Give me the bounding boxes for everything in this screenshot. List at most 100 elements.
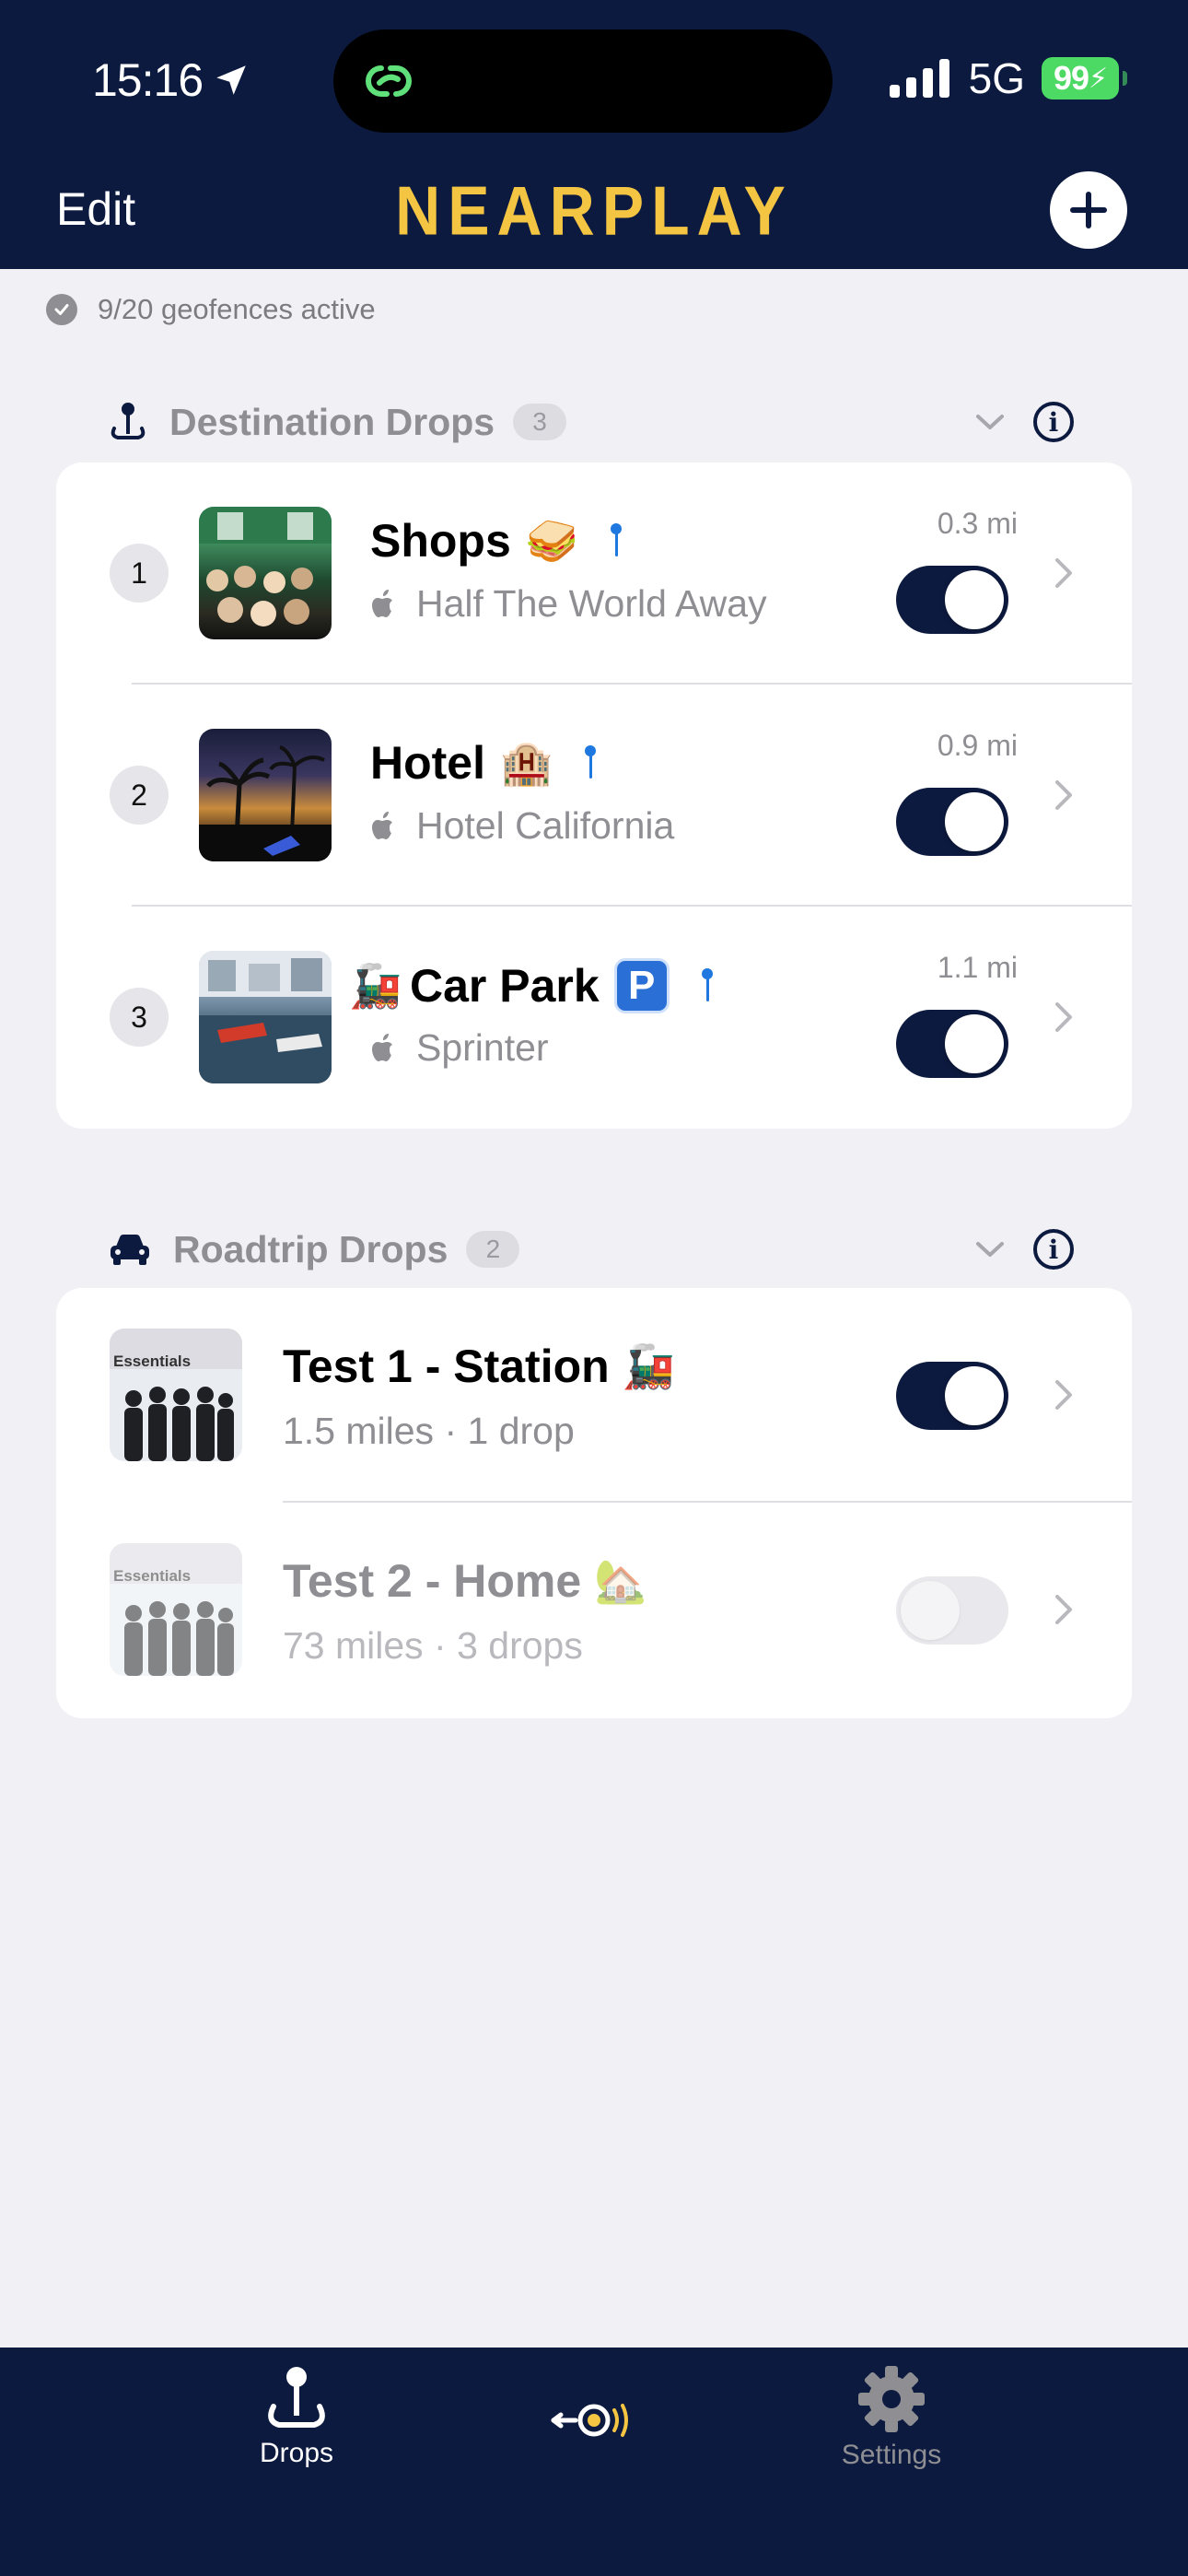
playlist-art-label: Essentials [113, 1352, 192, 1370]
toggle-knob [945, 570, 1004, 629]
row-subtitle: Hotel California [370, 804, 674, 848]
distance-label: 1.1 mi [937, 951, 1018, 984]
drop-toggle[interactable] [896, 1576, 1008, 1645]
toggle-knob [945, 1014, 1004, 1073]
status-time: 15:16 [92, 53, 250, 107]
album-art-marina [199, 951, 332, 1083]
row-title-text: Hotel [370, 737, 485, 789]
row-subtitle: 1.5 miles · 1 drop [283, 1410, 575, 1452]
playlist-art-label: Essentials [113, 1567, 192, 1585]
geofence-status: 9/20 geofences active [46, 293, 376, 326]
joystick-pin-icon [268, 2367, 325, 2428]
row-title-text: Test 2 - Home [283, 1555, 582, 1607]
battery-level: 99 [1053, 59, 1089, 97]
roadtrip-row-test-1[interactable]: Essentials Test 1 - Station 🚂 1.5 miles … [56, 1288, 1132, 1503]
drop-toggle[interactable] [896, 788, 1008, 856]
album-art-palms [199, 745, 332, 861]
chevron-right-icon[interactable] [1053, 555, 1075, 591]
tab-settings[interactable]: Settings [818, 2364, 965, 2471]
house-emoji: 🏡 [594, 1555, 647, 1606]
map-pin-icon [610, 523, 623, 558]
album-art-hotel-california [199, 729, 332, 861]
roadtrip-row-test-2[interactable]: Essentials Test 2 - Home 🏡 73 miles · 3 … [56, 1503, 1132, 1718]
plus-icon [1070, 192, 1107, 228]
chevron-right-icon[interactable] [1053, 1376, 1075, 1413]
tab-settings-label: Settings [841, 2440, 942, 2470]
app-logo: NEARPLAY [395, 172, 793, 250]
toggle-knob [901, 1581, 960, 1640]
album-art-sprinter [199, 951, 332, 1083]
song-title: Half The World Away [416, 582, 767, 625]
distance-label: 0.3 mi [937, 507, 1018, 540]
location-arrow-icon [216, 65, 246, 95]
row-title: 🚂 Car Park P [349, 958, 714, 1013]
joystick-pin-icon [111, 403, 146, 439]
drop-toggle[interactable] [896, 1010, 1008, 1078]
status-indicators: 5G 99 ⚡ [889, 53, 1127, 103]
map-pin-icon [701, 968, 714, 1003]
train-emoji: 🚂 [622, 1341, 675, 1391]
band-photo [110, 1369, 242, 1461]
broadcast-signal-icon [551, 2404, 628, 2437]
apple-icon [372, 589, 392, 617]
train-emoji: 🚂 [349, 960, 402, 1011]
chevron-down-icon[interactable] [974, 404, 1006, 440]
add-drop-button[interactable] [1050, 171, 1127, 249]
destination-row-hotel[interactable]: 2 Hotel 🏨 Hotel California 0.9 mi [56, 685, 1132, 907]
row-title: Shops 🥪 [370, 514, 623, 568]
roadtrip-section-header[interactable]: Roadtrip Drops 2 i [109, 1222, 1140, 1277]
song-title: Hotel California [416, 804, 675, 847]
gear-icon [858, 2366, 925, 2432]
tab-drops-label: Drops [259, 2438, 334, 2468]
album-art-crowd [199, 507, 332, 626]
status-time-text: 15:16 [92, 54, 204, 106]
battery-icon: 99 ⚡ [1042, 57, 1127, 100]
row-subtitle: 73 miles · 3 drops [283, 1624, 583, 1667]
tab-bar: Drops Settings [0, 2348, 1188, 2576]
dynamic-island [333, 29, 833, 133]
tab-nearby[interactable] [543, 2397, 645, 2443]
geofence-status-text: 9/20 geofences active [98, 293, 376, 325]
row-subtitle: Half The World Away [370, 582, 767, 626]
parking-badge: P [613, 958, 670, 1013]
roadtrip-drops-card: Essentials Test 1 - Station 🚂 1.5 miles … [56, 1288, 1132, 1718]
row-index-badge: 2 [110, 766, 169, 825]
map-pin-icon [584, 745, 597, 780]
chevron-right-icon[interactable] [1053, 777, 1075, 814]
hotel-emoji: 🏨 [500, 737, 553, 788]
apple-icon [372, 1033, 392, 1061]
row-index-badge: 1 [110, 544, 169, 603]
destination-drops-card: 1 Shops 🥪 Half The World Away 0.3 mi 2 H… [56, 463, 1132, 1129]
drop-toggle[interactable] [896, 1362, 1008, 1430]
destination-section-header[interactable]: Destination Drops 3 i [109, 394, 1140, 450]
chevron-right-icon[interactable] [1053, 999, 1075, 1036]
sandwich-emoji: 🥪 [525, 515, 579, 566]
tab-drops[interactable]: Drops [241, 2364, 352, 2469]
app-header: 15:16 5G 99 ⚡ Edit NEARPLAY [0, 0, 1188, 269]
car-icon [111, 1235, 149, 1265]
row-title: Test 1 - Station 🚂 [283, 1340, 675, 1393]
cellular-signal-icon [889, 59, 949, 98]
row-title-text: Car Park [410, 960, 600, 1012]
roadtrip-section-title: Roadtrip Drops [173, 1227, 448, 1270]
row-subtitle: Sprinter [370, 1026, 549, 1070]
row-index-badge: 3 [110, 988, 169, 1047]
row-title: Test 2 - Home 🏡 [283, 1554, 646, 1608]
playlist-art-essentials: Essentials [110, 1543, 242, 1676]
chevron-right-icon[interactable] [1053, 1591, 1075, 1628]
destination-row-shops[interactable]: 1 Shops 🥪 Half The World Away 0.3 mi [56, 463, 1132, 685]
network-type: 5G [968, 54, 1025, 102]
row-title-text: Test 1 - Station [283, 1341, 610, 1392]
checkmark-circle-icon [46, 294, 77, 325]
destination-section-title: Destination Drops [169, 400, 495, 443]
song-title: Sprinter [416, 1026, 549, 1069]
chevron-down-icon[interactable] [974, 1231, 1006, 1268]
info-icon[interactable]: i [1033, 402, 1074, 442]
playlist-art-essentials: Essentials [110, 1329, 242, 1461]
info-icon[interactable]: i [1033, 1229, 1074, 1270]
distance-label: 0.9 mi [937, 729, 1018, 762]
roadtrip-count-badge: 2 [466, 1231, 520, 1268]
drop-toggle[interactable] [896, 566, 1008, 634]
destination-row-car-park[interactable]: 3 🚂 Car Park P Sprinter 1.1 mi [56, 907, 1132, 1129]
apple-icon [372, 811, 392, 839]
